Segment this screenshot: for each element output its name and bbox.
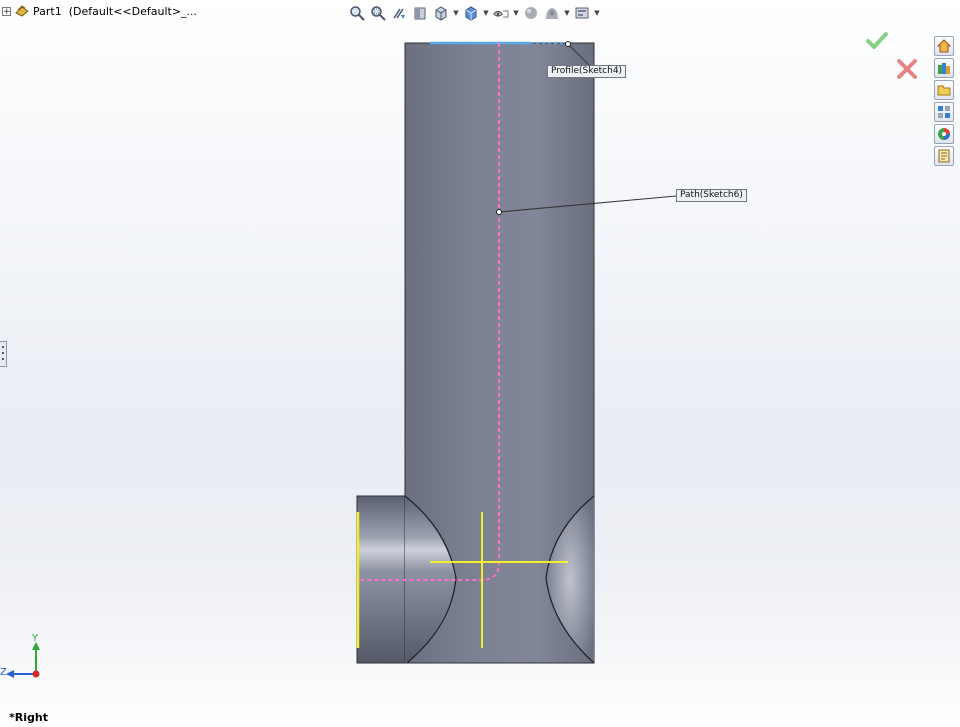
- reference-triad: [6, 642, 40, 678]
- triad-z-label: Z: [0, 667, 7, 678]
- triad-y-label: Y: [32, 633, 39, 644]
- profile-callout[interactable]: Profile(Sketch4): [547, 65, 627, 78]
- model-viewport[interactable]: [0, 0, 960, 727]
- path-callout[interactable]: Path(Sketch6): [676, 189, 747, 202]
- path-callout-anchor: [496, 209, 502, 215]
- profile-callout-anchor: [565, 41, 571, 47]
- view-orientation-label: *Right: [9, 711, 48, 724]
